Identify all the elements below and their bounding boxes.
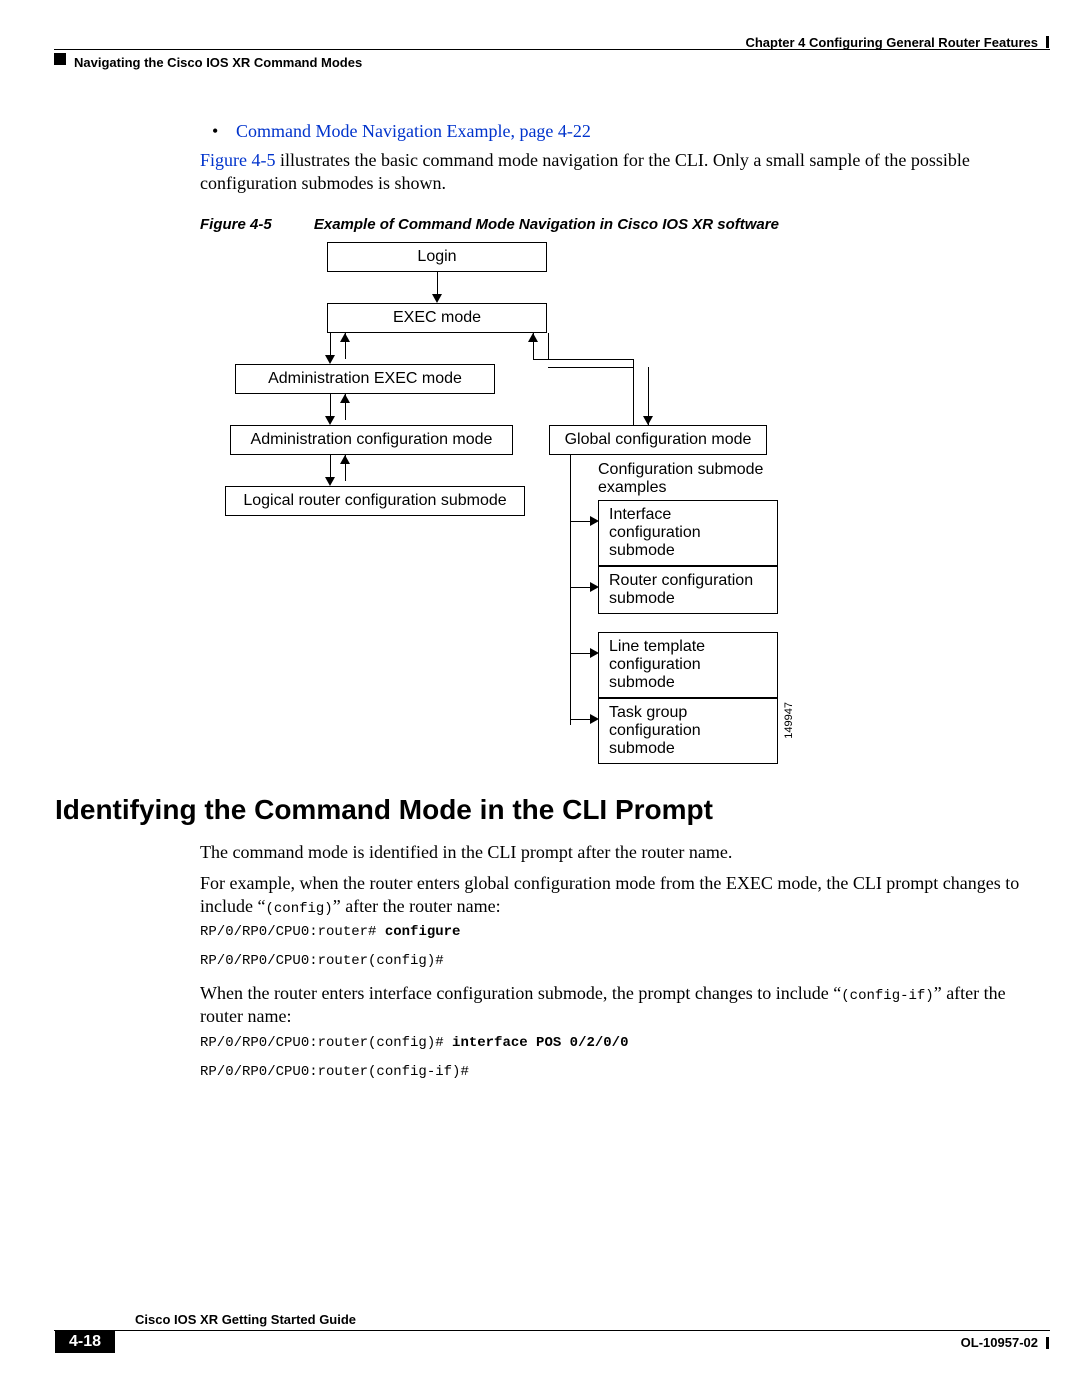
intro-paragraph-text: illustrates the basic command mode navig… <box>200 150 970 193</box>
node-admin-cfg: Administration configuration mode <box>230 425 513 455</box>
header-box-left <box>54 53 66 65</box>
footer-doc-number: OL-10957-02 <box>961 1335 1038 1350</box>
para-config-example: For example, when the router enters glob… <box>200 872 1020 919</box>
para-mode-identified: The command mode is identified in the CL… <box>200 842 1020 863</box>
para3-inline-code: (config) <box>265 901 332 917</box>
section-heading: Identifying the Command Mode in the CLI … <box>55 794 713 826</box>
intro-paragraph: Figure 4-5 illustrates the basic command… <box>200 149 1020 196</box>
figure-caption: Figure 4-5 Example of Command Mode Navig… <box>200 216 779 233</box>
code-config-if-prompt: RP/0/RP0/CPU0:router(config-if)# <box>200 1064 469 1080</box>
code-configure: RP/0/RP0/CPU0:router# configure <box>200 924 460 940</box>
para4-part-a: When the router enters interface configu… <box>200 983 841 1003</box>
para3-part-b: ” after the router name: <box>333 896 501 916</box>
node-sub-iface: Interface configuration submode <box>598 500 778 566</box>
node-lr-cfg-sub: Logical router configuration submode <box>225 486 525 516</box>
node-global-cfg: Global configuration mode <box>549 425 767 455</box>
para4-inline-code: (config-if) <box>841 988 933 1004</box>
xref-link[interactable]: Command Mode Navigation Example, page 4-… <box>236 121 591 141</box>
node-sub-router: Router configuration submode <box>598 566 778 614</box>
code3-prompt: RP/0/RP0/CPU0:router(config)# <box>200 1035 452 1051</box>
bullet-icon: • <box>212 121 218 142</box>
footer-page-number: 4-18 <box>55 1331 115 1353</box>
footer-guide-title: Cisco IOS XR Getting Started Guide <box>135 1312 356 1327</box>
figure-title: Example of Command Mode Navigation in Ci… <box>314 216 779 233</box>
node-sub-line: Line template configuration submode <box>598 632 778 698</box>
footer-rule <box>54 1330 1050 1331</box>
figure-number: Figure 4-5 <box>200 216 272 233</box>
header-section: Navigating the Cisco IOS XR Command Mode… <box>74 55 362 70</box>
figure-id-number: 149947 <box>783 702 795 739</box>
submode-group-label: Configuration submode examples <box>598 461 788 497</box>
mode-navigation-diagram: Login EXEC mode Administration EXEC mode… <box>230 242 800 762</box>
header-bar-right <box>1046 36 1049 48</box>
code1-prompt: RP/0/RP0/CPU0:router# <box>200 924 385 940</box>
footer-bar-right <box>1046 1337 1049 1349</box>
node-sub-task: Task group configuration submode <box>598 698 778 764</box>
bullet-link-row: • Command Mode Navigation Example, page … <box>216 121 591 142</box>
node-exec: EXEC mode <box>327 303 547 333</box>
node-admin-exec: Administration EXEC mode <box>235 364 495 394</box>
header-chapter: Chapter 4 Configuring General Router Fea… <box>745 35 1038 50</box>
code-config-prompt: RP/0/RP0/CPU0:router(config)# <box>200 953 444 969</box>
node-login: Login <box>327 242 547 272</box>
code1-cmd: configure <box>385 924 461 940</box>
para-config-if: When the router enters interface configu… <box>200 982 1020 1029</box>
code-interface: RP/0/RP0/CPU0:router(config)# interface … <box>200 1035 628 1051</box>
figure-xref[interactable]: Figure 4-5 <box>200 150 276 170</box>
code3-cmd: interface POS 0/2/0/0 <box>452 1035 628 1051</box>
